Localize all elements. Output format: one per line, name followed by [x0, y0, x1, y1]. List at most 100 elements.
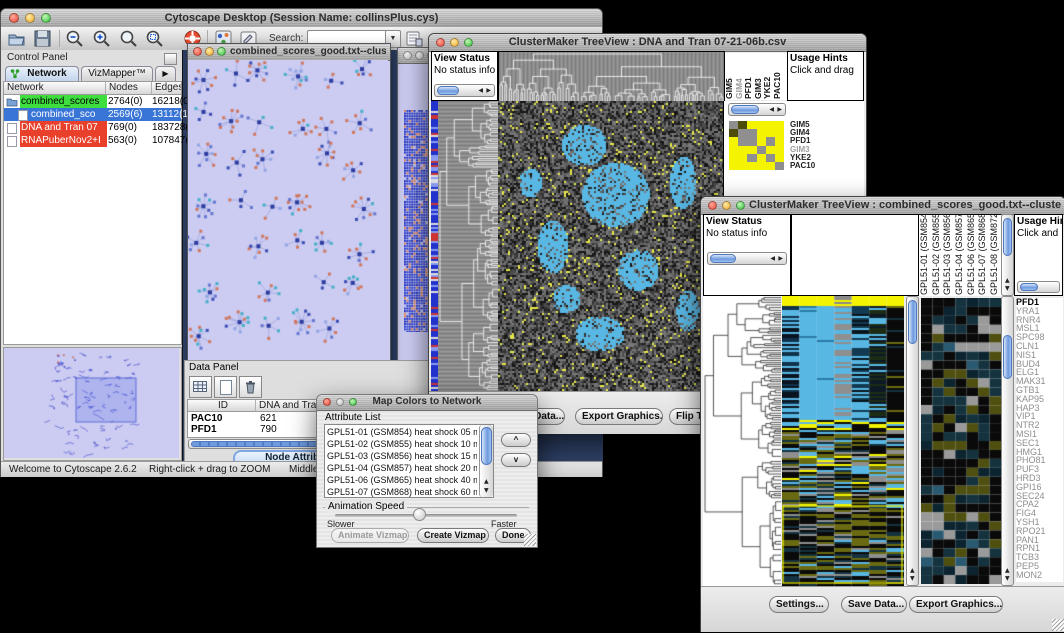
column-label: GIM4	[735, 53, 745, 99]
column-dendrogram-area[interactable]	[791, 214, 919, 296]
attribute-list-item[interactable]: GPL51-06 (GSM865) heat shock 40 min	[327, 474, 477, 486]
usage-hints-title: Usage Hints	[1017, 216, 1062, 228]
usage-hints-hscrollbar[interactable]	[1017, 281, 1060, 293]
minimize-button[interactable]	[336, 398, 344, 406]
network-tab-icon	[10, 69, 20, 79]
gene-list-item[interactable]: MON2	[1016, 571, 1063, 580]
network-row-selected[interactable]: combined_sco 2569(6) 13112(15)	[4, 108, 181, 121]
zoom-heatmap[interactable]	[921, 298, 1001, 584]
tab-vizmapper[interactable]: VizMapper™	[81, 66, 153, 81]
attribute-list-vscrollbar[interactable]: ▲▼	[479, 425, 493, 497]
genelist-vscrollbar[interactable]: ▲▼	[1001, 296, 1014, 586]
zoom-out-icon[interactable]	[65, 29, 84, 48]
col-header-nodes[interactable]: Nodes	[106, 82, 152, 95]
toolbar-separator	[59, 30, 60, 47]
delete-tab[interactable]	[239, 376, 262, 398]
row-dendrogram[interactable]	[438, 101, 498, 391]
col-header-edges[interactable]: Edges	[152, 82, 181, 95]
row-value[interactable]: 621	[260, 413, 277, 424]
tab-overflow-arrow[interactable]: ▶	[155, 66, 176, 81]
zoom-selected-icon[interactable]	[145, 29, 164, 48]
matrix-cell	[738, 121, 747, 129]
resize-grip[interactable]	[1052, 619, 1064, 631]
correlation-heatmap[interactable]	[498, 101, 723, 391]
export-graphics-button[interactable]: Export Graphics...	[909, 596, 1003, 613]
zoom-panel-hscrollbar[interactable]: ◀▶	[728, 103, 786, 116]
zoom-in-icon[interactable]	[92, 29, 111, 48]
network-row-dna-tran[interactable]: DNA and Tran 07 769(0) 183728(0)	[4, 121, 181, 134]
network1-titlebar[interactable]: combined_scores_good.txt--cluste...	[188, 44, 390, 61]
global-color-strip[interactable]	[431, 101, 438, 391]
resize-grip[interactable]	[524, 534, 536, 546]
save-data-button[interactable]: Save Data...	[841, 596, 907, 613]
attribute-list-item[interactable]: GPL51-07 (GSM868) heat shock 60 min	[327, 486, 477, 498]
close-button[interactable]	[323, 398, 331, 406]
tab-network[interactable]: Network	[5, 66, 79, 81]
view-status-hscrollbar[interactable]: ◀▶	[434, 84, 495, 97]
expression-heatmap[interactable]	[782, 296, 904, 586]
matrix-cell	[775, 154, 784, 162]
move-up-button[interactable]: ^	[501, 433, 531, 447]
attribute-list[interactable]: GPL51-01 (GSM854) heat shock 05 minGPL51…	[324, 424, 494, 498]
usage-hints-body: Click and	[1017, 228, 1062, 240]
view-status-hscrollbar[interactable]: ◀▶	[707, 252, 787, 265]
move-down-button[interactable]: v	[501, 453, 531, 467]
new-document-tab[interactable]	[214, 376, 237, 398]
settings-button[interactable]: Settings...	[769, 596, 829, 613]
row-value[interactable]: 790	[260, 424, 277, 435]
network-row-combined-scores[interactable]: combined_scores 2764(0) 16218(0)	[4, 95, 181, 108]
matrix-cell	[747, 129, 756, 137]
matrix-cell	[738, 146, 747, 154]
column-dendrogram[interactable]	[498, 51, 725, 103]
dialog-titlebar[interactable]: Map Colors to Network	[317, 395, 537, 411]
float-panel-icon[interactable]	[164, 53, 177, 65]
zoom-matrix[interactable]	[729, 121, 784, 170]
zoom-fit-icon[interactable]	[119, 29, 138, 48]
row-id[interactable]: PFD1	[191, 424, 217, 435]
attribute-list-item[interactable]: GPL51-01 (GSM854) heat shock 05 min	[327, 426, 477, 438]
close-button[interactable]	[193, 47, 202, 56]
treeview2-window: ClusterMaker TreeView : combined_scores_…	[700, 196, 1064, 632]
zoom-button[interactable]	[464, 38, 473, 47]
export-graphics-button[interactable]: Export Graphics...	[575, 408, 663, 425]
network-table: Network Nodes Edges combined_scores 2764…	[3, 81, 182, 345]
view-status-panel: View Status No status info ◀▶	[703, 214, 791, 296]
animate-vizmap-button[interactable]: Animate Vizmap	[331, 528, 409, 543]
attribute-list-item[interactable]: GPL51-02 (GSM855) heat shock 10 min	[327, 438, 477, 450]
network-row-rnapuber[interactable]: RNAPuberNov2+I 563(0) 107847(0)	[4, 134, 181, 147]
row-dendrogram[interactable]	[703, 296, 781, 586]
treeview2-titlebar[interactable]: ClusterMaker TreeView : combined_scores_…	[701, 197, 1064, 215]
animation-speed-slider-track[interactable]	[335, 514, 517, 517]
close-button[interactable]	[9, 13, 19, 23]
zoom-button[interactable]	[736, 201, 745, 210]
attribute-list-item[interactable]: GPL51-04 (GSM857) heat shock 20 min	[327, 462, 477, 474]
heatmap-vscrollbar[interactable]: ▲▼	[906, 296, 919, 586]
col-header-network[interactable]: Network	[4, 82, 106, 95]
header-vscrollbar[interactable]: ▲▼	[1001, 214, 1014, 296]
minimize-button[interactable]	[722, 201, 731, 210]
network-canvas[interactable]	[188, 60, 388, 364]
zoom-button[interactable]	[349, 398, 357, 406]
main-titlebar[interactable]: Cytoscape Desktop (Session Name: collins…	[1, 9, 602, 28]
minimize-button[interactable]	[25, 13, 35, 23]
close-button[interactable]	[708, 201, 717, 210]
animation-speed-slider-thumb[interactable]	[413, 508, 426, 521]
attribute-list-item[interactable]: GPL51-03 (GSM856) heat shock 15 min	[327, 450, 477, 462]
close-button[interactable]	[436, 38, 445, 47]
minimize-button[interactable]	[450, 38, 459, 47]
network-overview-icon[interactable]	[405, 29, 424, 48]
dense-network-canvas[interactable]	[404, 110, 430, 332]
treeview1-titlebar[interactable]: ClusterMaker TreeView : DNA and Tran 07-…	[429, 34, 866, 52]
gene-list[interactable]: PFD1YRA1RNR4MSL1SPC98CLN1NIS1BUD4ELG1MAK…	[1016, 298, 1063, 582]
open-file-icon[interactable]	[7, 29, 26, 48]
row-id[interactable]: PAC10	[191, 413, 223, 424]
col-header-id[interactable]: ID	[188, 400, 256, 412]
minimize-button[interactable]	[415, 51, 424, 60]
create-vizmap-button[interactable]: Create Vizmap	[417, 528, 489, 543]
minimize-button[interactable]	[205, 47, 214, 56]
save-icon[interactable]	[33, 29, 52, 48]
table-view-tab[interactable]	[189, 376, 212, 398]
network-overview-thumbnail[interactable]	[3, 347, 182, 461]
zoom-button[interactable]	[217, 47, 226, 56]
close-button[interactable]	[403, 51, 412, 60]
